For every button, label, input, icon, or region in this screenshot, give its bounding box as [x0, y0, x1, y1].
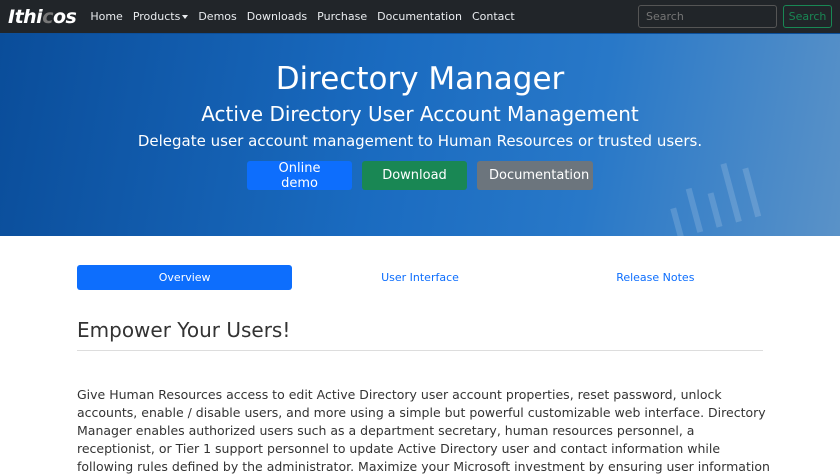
paragraph-line: accounts, enable / disable users, and mo…: [77, 405, 766, 420]
logo-text: Ithi: [8, 5, 43, 28]
hero-banner: Directory Manager Active Directory User …: [0, 34, 840, 236]
paragraph-line: Manager enables authorized users such as…: [77, 423, 695, 438]
nav-documentation[interactable]: Documentation: [377, 10, 462, 23]
caret-down-icon: [182, 15, 189, 19]
search-input[interactable]: [638, 5, 777, 28]
hero-subtitle: Active Directory User Account Management: [201, 102, 639, 126]
paragraph-line: receptionist, or Tier 1 support personne…: [77, 441, 721, 456]
logo-accent: c: [42, 5, 53, 28]
tab-overview[interactable]: Overview: [77, 265, 293, 290]
nav-products-label: Products: [132, 10, 181, 23]
nav-purchase[interactable]: Purchase: [317, 10, 367, 23]
section-heading: Empower Your Users!: [77, 318, 763, 351]
navbar: Ithicos Home Products Demos Downloads Pu…: [0, 0, 840, 34]
nav-downloads[interactable]: Downloads: [247, 10, 307, 23]
nav-products[interactable]: Products: [133, 10, 189, 23]
hero-title: Directory Manager: [275, 61, 565, 97]
logo-text-end: os: [52, 5, 77, 28]
nav-home[interactable]: Home: [90, 10, 122, 23]
tab-release-notes[interactable]: Release Notes: [548, 265, 763, 290]
nav-contact[interactable]: Contact: [472, 10, 515, 23]
paragraph-line: following rules defined by the administr…: [77, 459, 770, 474]
content-tabs: Overview User Interface Release Notes: [77, 265, 763, 290]
paragraph-line: Give Human Resources access to edit Acti…: [77, 387, 722, 402]
online-demo-button[interactable]: Online demo: [247, 161, 352, 191]
logo[interactable]: Ithicos: [8, 5, 77, 28]
download-button[interactable]: Download: [362, 161, 467, 190]
nav-demos[interactable]: Demos: [198, 10, 236, 23]
tab-user-interface[interactable]: User Interface: [312, 265, 527, 290]
overview-paragraph: Give Human Resources access to edit Acti…: [77, 386, 777, 476]
search-button[interactable]: Search: [783, 5, 832, 28]
